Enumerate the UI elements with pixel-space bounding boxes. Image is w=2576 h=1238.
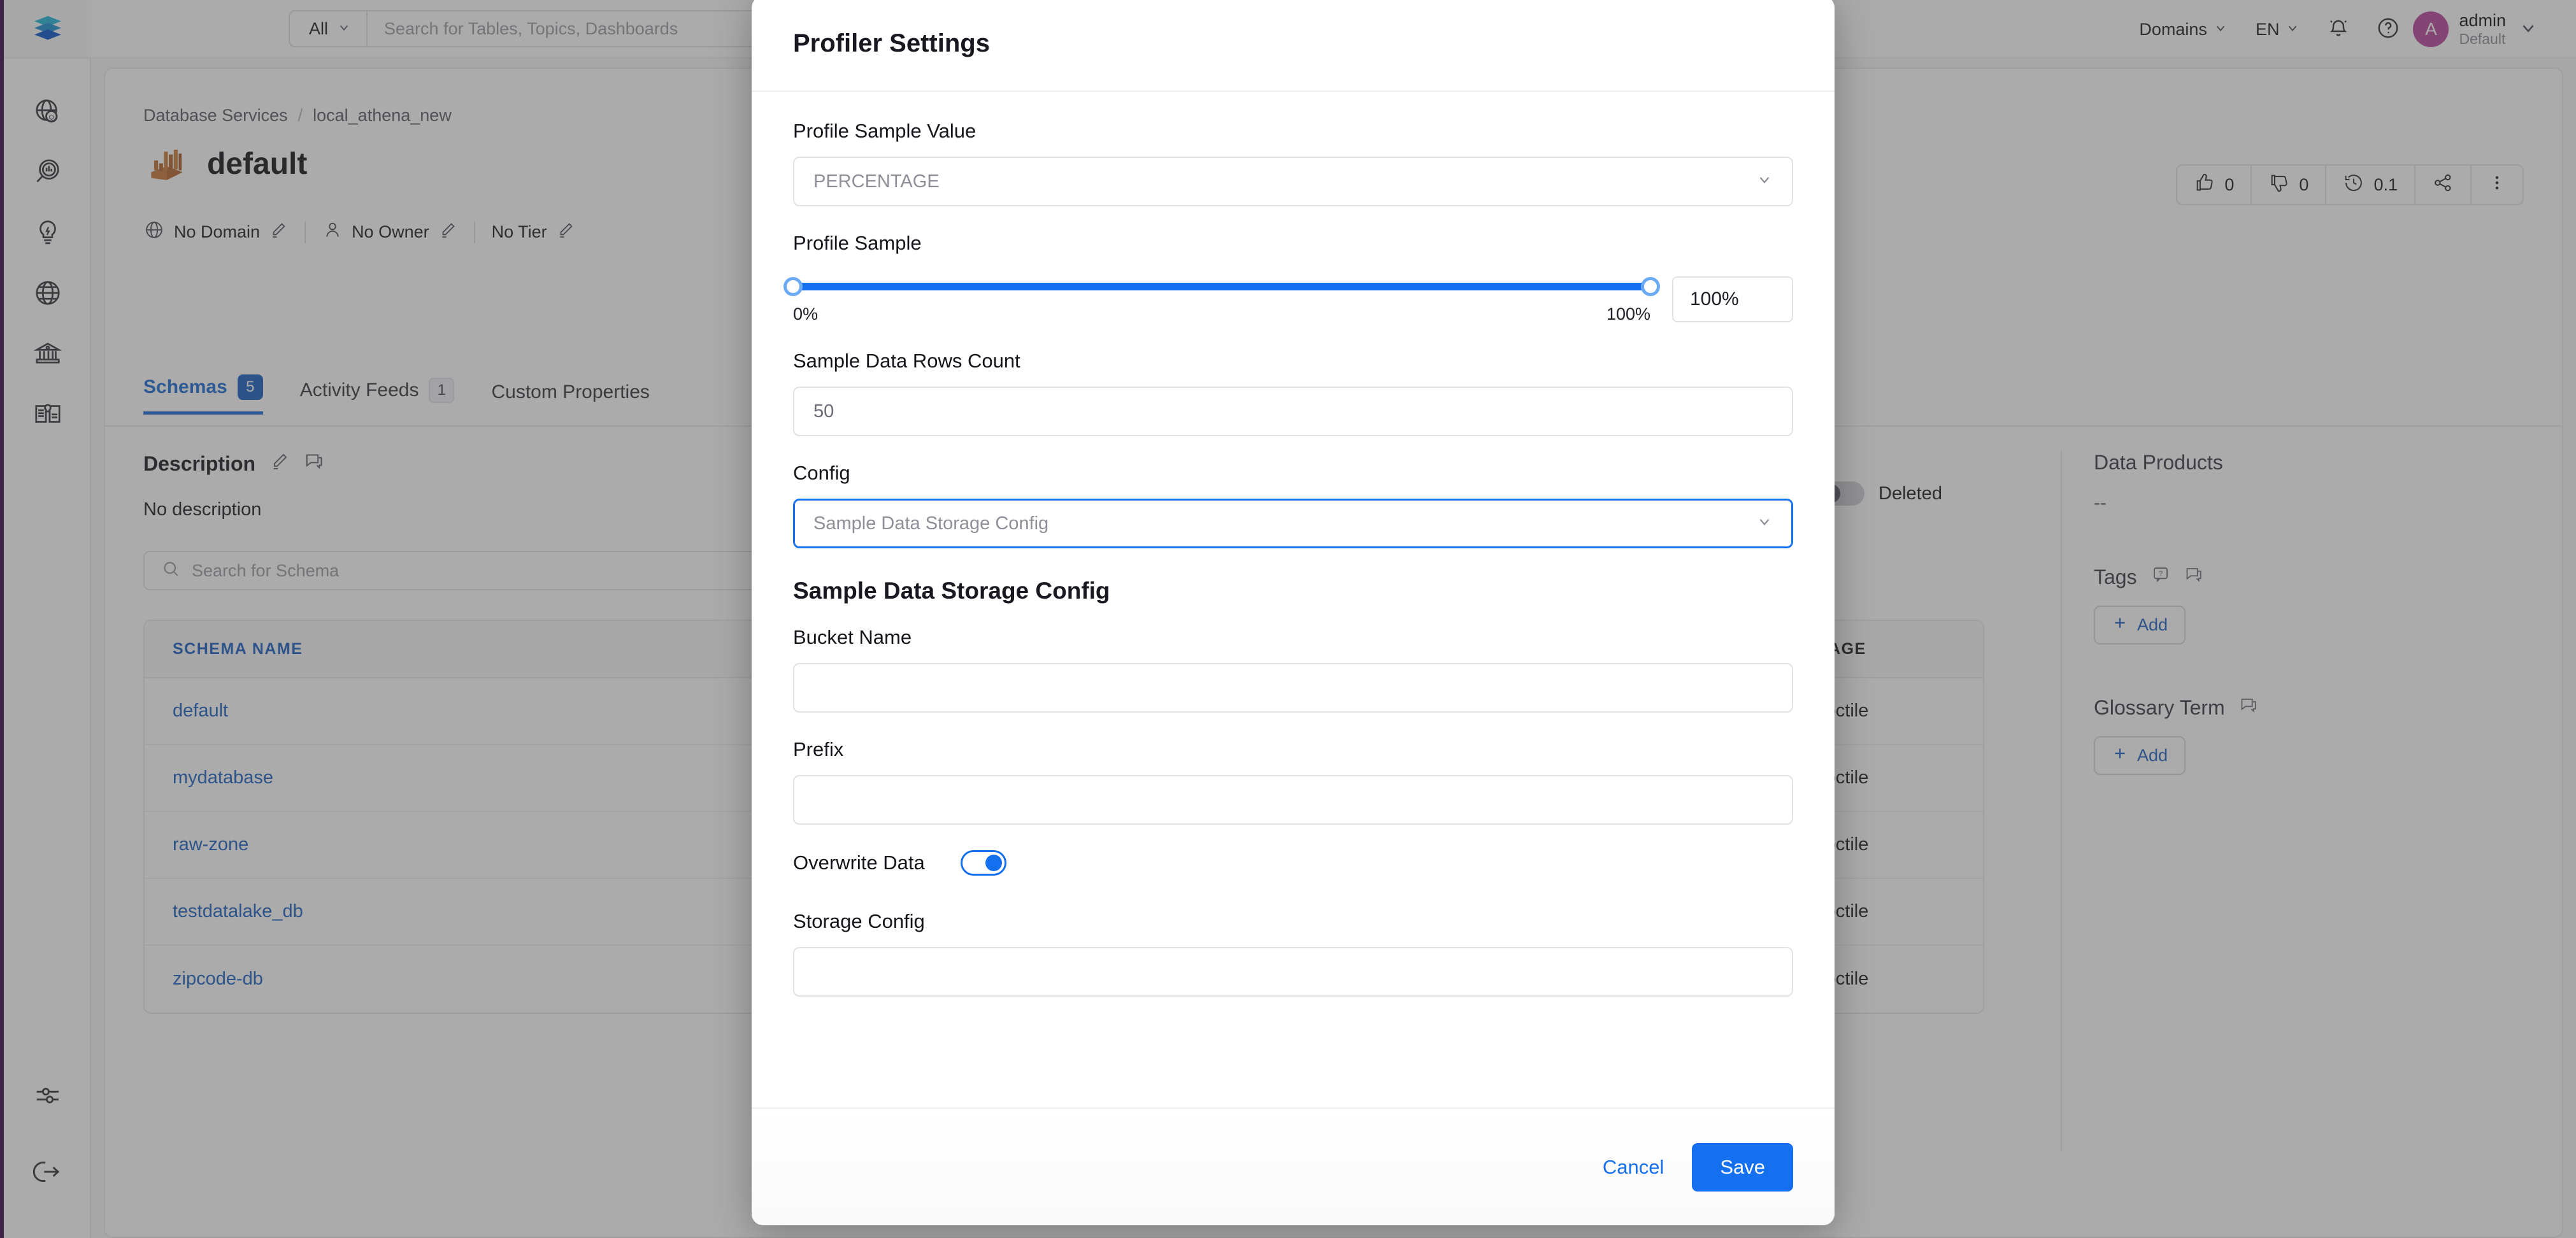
config-selected: Sample Data Storage Config — [813, 513, 1049, 534]
sample-rows-input[interactable]: 50 — [793, 387, 1793, 436]
overwrite-data-label: Overwrite Data — [793, 851, 925, 874]
profiler-settings-modal: Profiler Settings Profile Sample Value P… — [752, 0, 1835, 1225]
prefix-field: Prefix — [793, 738, 1793, 825]
profile-sample-slider[interactable]: 0% 100% — [784, 269, 1660, 324]
overwrite-data-row: Overwrite Data — [793, 850, 1793, 876]
slider-knob-start[interactable] — [784, 277, 803, 296]
profile-sample-value-selected: PERCENTAGE — [813, 171, 940, 192]
scroll-fade — [752, 1082, 1835, 1107]
modal-footer: Cancel Save — [752, 1107, 1835, 1225]
modal-title: Profiler Settings — [793, 29, 990, 57]
modal-header: Profiler Settings — [752, 0, 1835, 92]
save-button[interactable]: Save — [1692, 1142, 1793, 1192]
chevron-down-icon — [1756, 171, 1773, 192]
storage-config-section-heading: Sample Data Storage Config — [793, 578, 1110, 604]
storage-config-label: Storage Config — [793, 910, 925, 932]
config-select[interactable]: Sample Data Storage Config — [793, 499, 1793, 548]
storage-config-input[interactable] — [793, 947, 1793, 997]
profile-sample-label: Profile Sample — [793, 232, 922, 254]
bucket-name-label: Bucket Name — [793, 626, 912, 648]
sample-rows-label: Sample Data Rows Count — [793, 350, 1020, 372]
sample-rows-field: Sample Data Rows Count 50 — [793, 350, 1793, 436]
slider-knob-end[interactable] — [1641, 277, 1660, 296]
config-label: Config — [793, 462, 850, 484]
slider-scale: 0% 100% — [793, 304, 1650, 324]
profile-sample-value-select[interactable]: PERCENTAGE — [793, 157, 1793, 206]
bucket-name-field: Bucket Name — [793, 626, 1793, 713]
slider-track[interactable] — [784, 277, 1660, 296]
slider-max-label: 100% — [1606, 304, 1650, 324]
prefix-label: Prefix — [793, 738, 844, 760]
profile-sample-value-label: Profile Sample Value — [793, 120, 977, 142]
modal-body: Profile Sample Value PERCENTAGE Profile … — [752, 92, 1835, 1107]
chevron-down-icon — [1756, 513, 1773, 534]
prefix-input[interactable] — [793, 775, 1793, 825]
profile-sample-percent-input[interactable]: 100% — [1672, 276, 1793, 322]
cancel-button[interactable]: Cancel — [1603, 1156, 1664, 1179]
profile-sample-field: Profile Sample 0% 100% 100% — [784, 232, 1793, 324]
slider-min-label: 0% — [793, 304, 819, 324]
profile-sample-value-field: Profile Sample Value PERCENTAGE — [793, 120, 1793, 206]
bucket-name-input[interactable] — [793, 663, 1793, 713]
overwrite-data-toggle[interactable] — [960, 850, 1006, 876]
toggle-knob — [985, 855, 1002, 871]
config-field: Config Sample Data Storage Config — [793, 462, 1793, 548]
storage-config-field: Storage Config — [793, 910, 1793, 997]
slider-fill — [793, 283, 1650, 290]
